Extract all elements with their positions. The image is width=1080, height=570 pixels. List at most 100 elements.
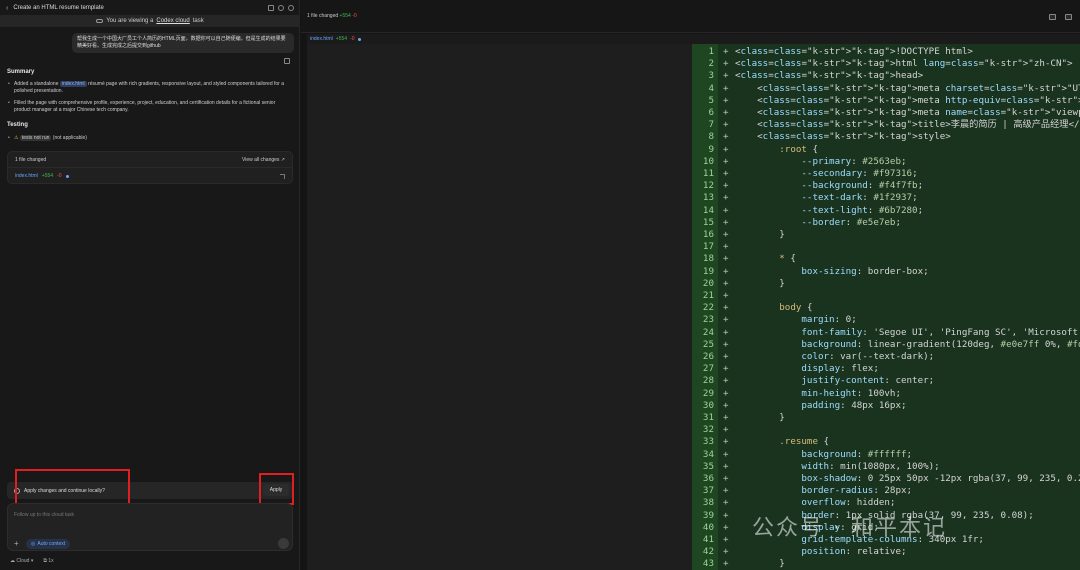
line-text: body { xyxy=(779,302,813,314)
line-number: 38 xyxy=(702,497,714,509)
line-number: 35 xyxy=(702,460,714,472)
expand-icon[interactable] xyxy=(280,173,285,179)
settings-icon[interactable] xyxy=(288,5,294,11)
code-line: 20 + } xyxy=(692,278,1080,290)
code-line: 8 + <class=class="k-str">"k-tag">style> xyxy=(692,131,1080,143)
files-changed-card: 1 file changed View all changes ↗ index.… xyxy=(7,151,293,184)
code-line: 25 + background: linear-gradient(120deg, … xyxy=(692,339,1080,351)
line-number: 17 xyxy=(702,241,714,253)
panel-toggle-icon[interactable] xyxy=(1065,14,1072,20)
added-marker: + xyxy=(723,375,729,387)
summary-bullet-2: Filled the page with comprehensive profi… xyxy=(7,100,293,114)
line-number: 20 xyxy=(702,277,714,289)
line-text: background: linear-gradient(120deg, #e0e… xyxy=(801,338,1080,350)
summary-bullet-1: Added a standalone index.html résumé pag… xyxy=(7,81,293,95)
code-diff-view[interactable]: 1 + <class=class="k-str">"k-tag">!DOCTYPE … xyxy=(692,44,1080,570)
code-line: 13 + --text-dark: #1f2937; xyxy=(692,192,1080,204)
line-text: <class=class="k-str">"k-tag">style> xyxy=(735,131,951,143)
panel-divider[interactable] xyxy=(300,33,307,570)
diff-header: 1 file changed +554 -0 xyxy=(301,0,1080,33)
added-marker: + xyxy=(723,46,729,57)
line-number: 24 xyxy=(702,326,714,338)
line-number: 42 xyxy=(702,546,714,558)
auto-context-button[interactable]: ◎ Auto context xyxy=(26,539,71,549)
warning-icon: ⚠ xyxy=(14,135,19,141)
follow-up-input[interactable]: Follow up to this cloud task xyxy=(14,512,74,518)
split-view-icon[interactable] xyxy=(1049,14,1056,20)
added-marker: + xyxy=(723,534,729,545)
code-line: 24 + font-family: 'Segoe UI', 'PingFang S… xyxy=(692,327,1080,339)
task-panel: ‹ Create an HTML resume template You are… xyxy=(0,0,300,570)
code-line: 37 + border-radius: 28px; xyxy=(692,485,1080,497)
line-number: 2 xyxy=(708,58,714,70)
line-number: 11 xyxy=(702,168,714,179)
context-icon: ◎ xyxy=(31,541,36,547)
line-text: .resume { xyxy=(779,436,830,448)
line-number: 31 xyxy=(702,412,714,423)
line-text: display: flex; xyxy=(801,363,879,375)
line-number: 26 xyxy=(702,351,714,362)
user-message: 帮我生成一个中国大厂员工个人简历的HTML页面，数据你可以自己随便编，但是生成的… xyxy=(72,33,294,53)
files-changed-label: 1 file changed xyxy=(15,156,47,163)
file-name[interactable]: index.html xyxy=(15,173,38,179)
line-text: } xyxy=(735,412,785,423)
tab-added: +554 xyxy=(335,36,348,42)
line-number: 28 xyxy=(702,375,714,387)
line-number: 13 xyxy=(702,192,714,204)
copy-icon[interactable] xyxy=(284,58,290,64)
line-number: 14 xyxy=(702,204,714,216)
line-text: <class=class="k-str">"k-tag">head> xyxy=(735,70,924,82)
lines-removed: -0 xyxy=(57,173,62,179)
refresh-icon[interactable] xyxy=(278,5,284,11)
diff-left-pane xyxy=(307,44,692,570)
composer-footer: ☁ Cloud ▾ ⧉ 1x xyxy=(10,558,54,564)
open-external-icon[interactable] xyxy=(268,5,274,11)
tests-chip: tests not run xyxy=(19,135,52,141)
added-marker: + xyxy=(723,277,729,289)
code-line: 27 + display: flex; xyxy=(692,363,1080,375)
total-removed: -0 xyxy=(352,13,357,19)
mode-selector[interactable]: ☁ Cloud ▾ xyxy=(10,558,33,564)
count-label: 1x xyxy=(48,558,54,564)
added-marker: + xyxy=(723,131,729,143)
file-row[interactable]: index.html +554 -0 xyxy=(8,168,292,184)
code-line: 11 + --secondary: #f97316; xyxy=(692,168,1080,180)
highlight-box-apply xyxy=(259,473,294,505)
code-line: 31 + } xyxy=(692,412,1080,424)
view-all-changes-link[interactable]: View all changes ↗ xyxy=(242,157,285,163)
line-number: 18 xyxy=(702,253,714,265)
line-text: font-family: 'Segoe UI', 'PingFang SC', … xyxy=(801,326,1080,338)
code-line: 3 + <class=class="k-str">"k-tag">head> xyxy=(692,70,1080,82)
code-line: 35 + width: min(1080px, 100%); xyxy=(692,461,1080,473)
line-number: 37 xyxy=(702,485,714,497)
codex-cloud-link[interactable]: Codex cloud xyxy=(156,18,189,24)
code-line: 1 + <class=class="k-str">"k-tag">!DOCTYPE … xyxy=(692,46,1080,58)
code-line: 34 + background: #ffffff; xyxy=(692,449,1080,461)
added-marker: + xyxy=(723,546,729,558)
code-line: 6 + <class=class="k-str">"k-tag">meta nam… xyxy=(692,107,1080,119)
line-text: color: var(--text-dark); xyxy=(801,351,935,362)
back-chevron-icon[interactable]: ‹ xyxy=(6,5,8,12)
added-marker: + xyxy=(723,192,729,204)
banner-suffix: task xyxy=(192,18,204,24)
line-number: 32 xyxy=(702,424,714,436)
testing-note: (not applicable) xyxy=(52,135,87,141)
code-line: 33 + .resume { xyxy=(692,436,1080,448)
count-selector[interactable]: ⧉ 1x xyxy=(43,558,53,564)
added-marker: + xyxy=(723,521,729,533)
added-marker: + xyxy=(723,265,729,277)
send-icon[interactable] xyxy=(278,538,289,549)
follow-up-composer[interactable]: Follow up to this cloud task + ◎ Auto co… xyxy=(7,503,293,551)
file-tab-name[interactable]: index.html xyxy=(310,36,333,42)
code-line: 21 + xyxy=(692,290,1080,302)
line-number: 27 xyxy=(702,363,714,375)
add-attachment-button[interactable]: + xyxy=(14,539,19,548)
line-number: 15 xyxy=(702,216,714,228)
added-marker: + xyxy=(723,351,729,362)
line-number: 16 xyxy=(702,229,714,240)
line-number: 21 xyxy=(702,290,714,301)
line-text: <class=class="k-str">"k-tag">html lang=c… xyxy=(735,58,1073,70)
line-number: 25 xyxy=(702,338,714,350)
added-marker: + xyxy=(723,460,729,472)
file-chip[interactable]: index.html xyxy=(59,81,87,87)
